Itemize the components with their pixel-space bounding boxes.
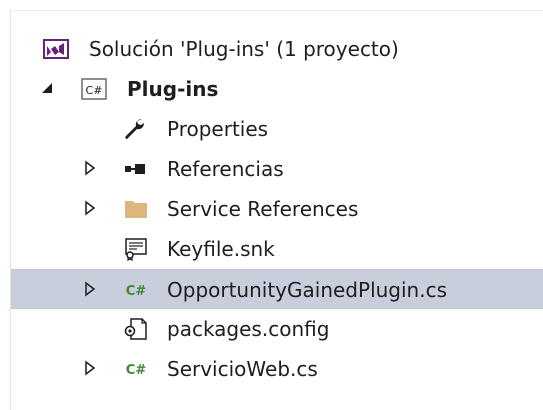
folder-icon [125, 201, 147, 218]
tree-node-label: Referencias [167, 157, 284, 181]
csharp-file-icon: C# [126, 363, 147, 378]
collapsed-triangle-icon[interactable] [81, 359, 99, 377]
tree-node-opportunity-gained-plugin[interactable]: C# OpportunityGainedPlugin.cs [11, 269, 543, 309]
collapsed-triangle-icon[interactable] [81, 280, 99, 298]
tree-node-label: ServicioWeb.cs [167, 357, 318, 381]
expanded-triangle-icon[interactable] [39, 79, 57, 97]
tree-node-referencias[interactable]: Referencias [11, 149, 543, 189]
solution-explorer-tree: Solución 'Plug-ins' (1 proyecto) C# Plug… [10, 10, 543, 410]
project-label: Plug-ins [127, 77, 219, 101]
wrench-icon [125, 119, 144, 139]
csharp-project-icon: C# [81, 78, 107, 100]
tree-node-label: Properties [167, 117, 269, 141]
tree-node-keyfile[interactable]: Keyfile.snk [11, 229, 543, 269]
tree-node-label: Service References [167, 197, 359, 221]
tree-node-packages-config[interactable]: packages.config [11, 309, 543, 349]
collapsed-triangle-icon[interactable] [81, 159, 99, 177]
tree-node-service-references[interactable]: Service References [11, 189, 543, 229]
tree-node-servicio-web[interactable]: C# ServicioWeb.cs [11, 349, 543, 389]
tree-node-properties[interactable]: Properties [11, 109, 543, 149]
collapsed-triangle-icon[interactable] [81, 199, 99, 217]
config-file-icon [124, 318, 147, 340]
svg-text:C#: C# [86, 84, 103, 97]
csharp-file-icon: C# [126, 284, 147, 299]
references-icon [125, 164, 145, 174]
key-certificate-icon [125, 238, 147, 261]
solution-label: Solución 'Plug-ins' (1 proyecto) [89, 37, 399, 61]
svg-text:C#: C# [126, 363, 147, 378]
tree-node-label: Keyfile.snk [167, 237, 275, 261]
svg-text:C#: C# [126, 284, 147, 299]
tree-node-label: OpportunityGainedPlugin.cs [167, 278, 447, 302]
tree-node-label: packages.config [167, 317, 330, 341]
visual-studio-solution-icon [43, 39, 69, 59]
tree-node-solution[interactable]: Solución 'Plug-ins' (1 proyecto) [11, 29, 543, 69]
tree-node-project[interactable]: C# Plug-ins [11, 69, 543, 109]
